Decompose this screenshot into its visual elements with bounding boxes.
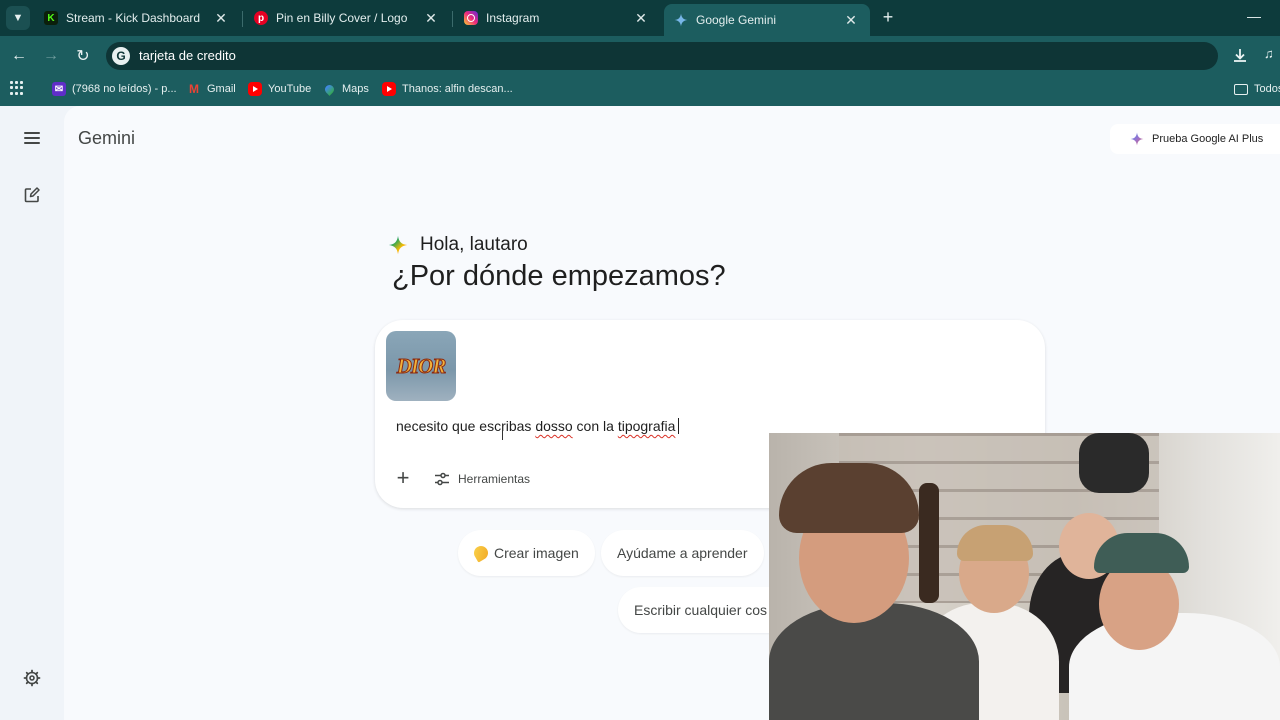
bookmark-label: Todos bbox=[1254, 83, 1280, 95]
tab-title: Instagram bbox=[486, 11, 540, 25]
media-control-icon[interactable]: ♫ bbox=[1264, 46, 1280, 66]
bookmark-label: Thanos: alfin descan... bbox=[402, 83, 513, 95]
tab-title: Google Gemini bbox=[696, 13, 777, 27]
tools-label: Herramientas bbox=[458, 472, 531, 486]
close-icon[interactable]: ✕ bbox=[212, 9, 230, 27]
chip-write-anything[interactable]: Escribir cualquier cos bbox=[618, 587, 788, 633]
tab-title: Stream - Kick Dashboard bbox=[66, 11, 201, 25]
text-caret bbox=[678, 418, 680, 434]
instagram-icon bbox=[464, 11, 478, 25]
webcam-person bbox=[769, 603, 979, 720]
close-icon[interactable]: ✕ bbox=[632, 9, 650, 27]
bookmark-label: Maps bbox=[342, 83, 369, 95]
google-search-icon: G bbox=[112, 47, 130, 65]
add-attachment-button[interactable]: + bbox=[392, 467, 414, 490]
kick-icon: K bbox=[44, 11, 58, 25]
webcam-hair bbox=[957, 525, 1033, 561]
chip-label: Escribir cualquier cos bbox=[634, 602, 768, 618]
apps-grid-icon[interactable] bbox=[10, 81, 24, 95]
attached-image-thumbnail[interactable]: DIOR bbox=[386, 331, 456, 401]
pinterest-icon: p bbox=[254, 11, 268, 25]
upgrade-label: Prueba Google AI Plus bbox=[1152, 133, 1264, 145]
yahoo-mail-icon: ✉ bbox=[52, 82, 66, 96]
tools-button[interactable]: Herramientas bbox=[434, 468, 530, 490]
app-title[interactable]: Gemini bbox=[78, 128, 135, 149]
prompt-text[interactable]: necesito que escribas dosso con la tipog… bbox=[396, 418, 680, 434]
tab-kick[interactable]: K Stream - Kick Dashboard ✕ bbox=[34, 4, 240, 32]
chip-label: Crear imagen bbox=[494, 545, 579, 561]
tab-pinterest[interactable]: p Pin en Billy Cover / Logo ✕ bbox=[244, 4, 450, 32]
chip-label: Ayúdame a aprender bbox=[617, 545, 748, 561]
close-icon[interactable]: ✕ bbox=[842, 11, 860, 29]
tab-separator bbox=[452, 11, 453, 27]
gemini-spark-icon bbox=[388, 235, 408, 255]
webcam-person bbox=[1069, 613, 1280, 720]
maps-icon bbox=[322, 82, 336, 96]
bookmark-youtube[interactable]: YouTube bbox=[248, 80, 311, 98]
bookmark-label: (7968 no leídos) - p... bbox=[72, 83, 177, 95]
tab-instagram[interactable]: Instagram ✕ bbox=[454, 4, 660, 32]
tune-sliders-icon bbox=[435, 472, 449, 486]
tab-separator bbox=[242, 11, 243, 27]
back-arrow-icon[interactable]: ← bbox=[8, 45, 30, 67]
attached-image-logo-text: DIOR bbox=[396, 353, 446, 378]
youtube-icon bbox=[248, 82, 262, 96]
prompt-text-part: con la bbox=[572, 418, 618, 434]
tab-title: Pin en Billy Cover / Logo bbox=[276, 11, 408, 25]
webcam-guitar bbox=[919, 483, 939, 603]
new-tab-button[interactable]: + bbox=[878, 8, 898, 28]
address-bar[interactable] bbox=[106, 42, 1218, 70]
forward-arrow-icon[interactable]: → bbox=[40, 45, 62, 67]
close-icon[interactable]: ✕ bbox=[422, 9, 440, 27]
chip-create-image[interactable]: Crear imagen bbox=[458, 530, 595, 576]
gmail-icon: M bbox=[189, 82, 199, 96]
new-chat-icon[interactable] bbox=[23, 186, 41, 204]
bookmark-label: Gmail bbox=[207, 83, 236, 95]
prompt-text-part: necesito que escribas bbox=[396, 418, 536, 434]
all-bookmarks-folder[interactable]: Todos bbox=[1234, 80, 1280, 98]
upgrade-button[interactable]: Prueba Google AI Plus bbox=[1110, 124, 1280, 154]
greeting: Hola, lautaro bbox=[388, 232, 528, 258]
bookmark-maps[interactable]: Maps bbox=[322, 80, 369, 98]
reload-icon[interactable]: ↻ bbox=[72, 45, 94, 67]
webcam-cap bbox=[1094, 533, 1189, 573]
download-icon[interactable] bbox=[1230, 46, 1250, 66]
banana-icon bbox=[471, 543, 491, 563]
tab-search-button[interactable]: ▼ bbox=[6, 6, 30, 30]
minimize-icon[interactable]: — bbox=[1246, 8, 1262, 24]
chip-help-me-learn[interactable]: Ayúdame a aprender bbox=[601, 530, 764, 576]
menu-icon[interactable] bbox=[24, 132, 40, 144]
headline: ¿Por dónde empezamos? bbox=[392, 260, 726, 292]
bookmark-mail[interactable]: ✉ (7968 no leídos) - p... bbox=[52, 80, 177, 98]
misspelled-word: dosso bbox=[535, 418, 573, 434]
settings-gear-icon[interactable] bbox=[22, 668, 42, 688]
mouse-text-cursor bbox=[502, 428, 505, 440]
bookmark-gmail[interactable]: M Gmail bbox=[187, 80, 236, 98]
webcam-overlay bbox=[769, 433, 1280, 720]
webcam-microphone bbox=[1079, 433, 1149, 493]
youtube-icon bbox=[382, 82, 396, 96]
tab-gemini[interactable]: Google Gemini ✕ bbox=[664, 4, 870, 36]
webcam-hair bbox=[779, 463, 919, 533]
gemini-icon bbox=[674, 13, 688, 27]
misspelled-word: tipografia bbox=[617, 418, 676, 434]
folder-icon bbox=[1234, 83, 1248, 95]
bookmark-label: YouTube bbox=[268, 83, 312, 95]
gemini-spark-icon bbox=[1130, 132, 1144, 146]
address-bar-text[interactable]: tarjeta de credito bbox=[139, 48, 236, 63]
bookmark-thanos[interactable]: Thanos: alfin descan... bbox=[382, 80, 513, 98]
greeting-text: Hola, lautaro bbox=[420, 234, 528, 255]
